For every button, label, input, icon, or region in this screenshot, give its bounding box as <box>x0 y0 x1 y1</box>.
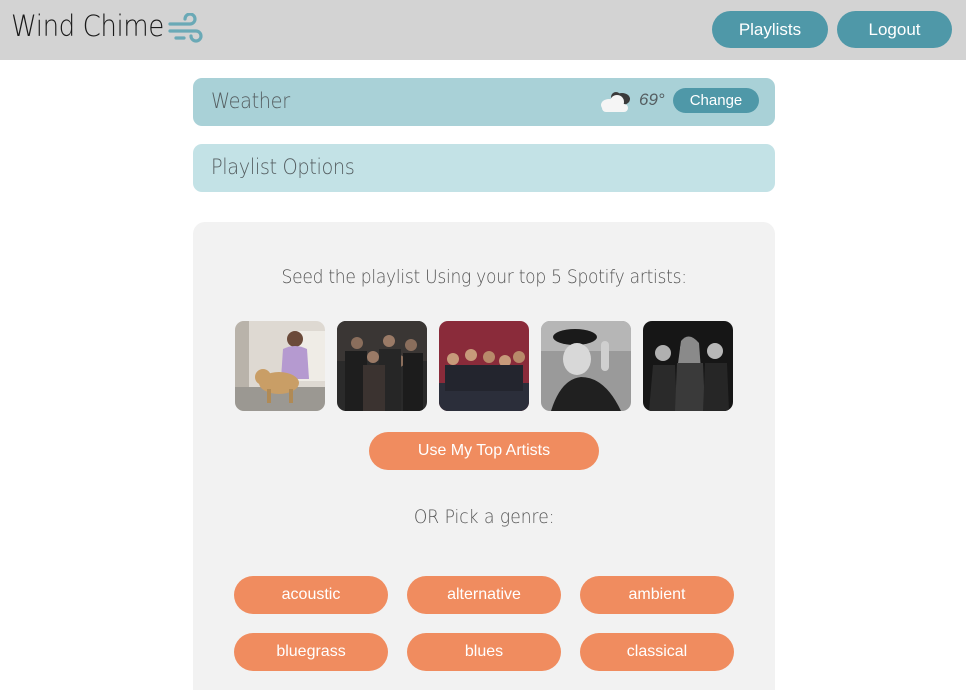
artist-thumbnail-1[interactable] <box>235 321 325 411</box>
use-top-artists-button[interactable]: Use My Top Artists <box>369 432 599 470</box>
artist-thumbnail-4[interactable] <box>541 321 631 411</box>
artist-thumbnail-5[interactable] <box>643 321 733 411</box>
weather-panel[interactable]: Weather 69° Change <box>193 78 775 126</box>
top-nav-bar: Wind Chime Playlists Logout <box>0 0 966 60</box>
genre-button-blues[interactable]: blues <box>407 633 561 671</box>
artist-thumbnail-2[interactable] <box>337 321 427 411</box>
app-title: Wind Chime <box>11 9 164 43</box>
cloud-icon <box>601 92 630 112</box>
playlists-button[interactable]: Playlists <box>712 11 828 48</box>
change-location-button[interactable]: Change <box>673 88 759 113</box>
logout-button[interactable]: Logout <box>837 11 952 48</box>
weather-panel-title: Weather <box>211 89 290 113</box>
genre-button-acoustic[interactable]: acoustic <box>234 576 388 614</box>
artist-thumbnail-3[interactable] <box>439 321 529 411</box>
playlist-options-panel[interactable]: Playlist Options <box>193 144 775 192</box>
seed-card: Seed the playlist Using your top 5 Spoti… <box>193 222 775 690</box>
wind-icon <box>168 13 203 43</box>
brand[interactable]: Wind Chime <box>11 9 181 43</box>
playlist-options-title: Playlist Options <box>211 155 355 179</box>
genre-prompt: OR Pick a genre: <box>413 506 555 528</box>
genre-button-bluegrass[interactable]: bluegrass <box>234 633 388 671</box>
genre-grid: acoustic alternative ambient bluegrass b… <box>234 576 734 671</box>
temperature: 69° <box>639 90 665 109</box>
genre-button-alternative[interactable]: alternative <box>407 576 561 614</box>
top-artists-row <box>235 321 733 411</box>
genre-button-ambient[interactable]: ambient <box>580 576 734 614</box>
genre-button-classical[interactable]: classical <box>580 633 734 671</box>
seed-prompt: Seed the playlist Using your top 5 Spoti… <box>281 266 687 288</box>
